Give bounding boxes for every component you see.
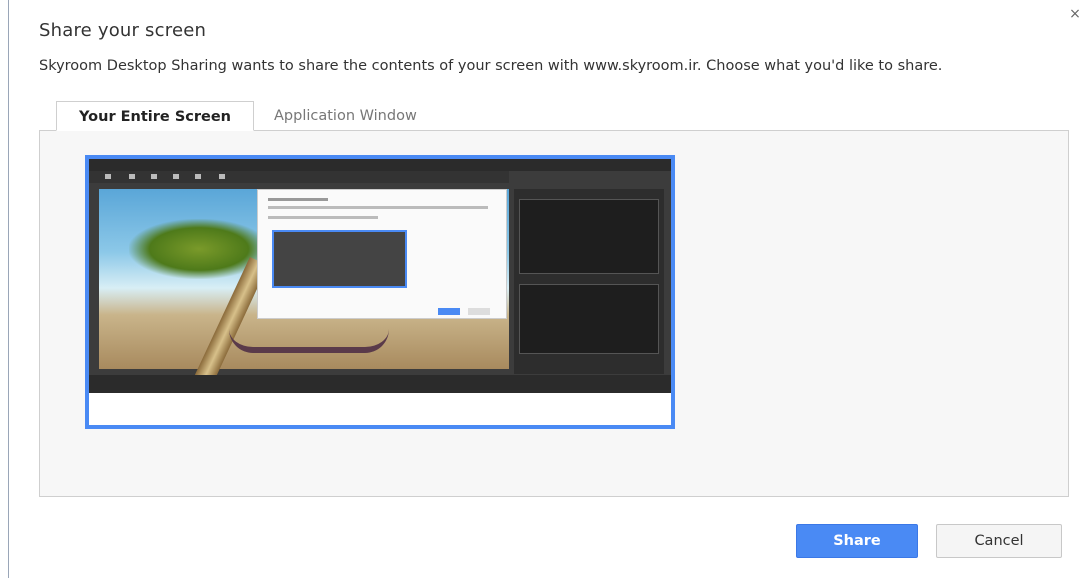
- preview-tool-icon: [195, 174, 201, 179]
- preview-text-line: [268, 206, 488, 209]
- preview-chat-box: [519, 284, 659, 354]
- tab-bar: Your Entire Screen Application Window: [56, 101, 437, 131]
- preview-share-dialog: [257, 189, 507, 319]
- share-screen-dialog: Share your screen × Skyroom Desktop Shar…: [8, 0, 1091, 578]
- preview-statusbar: [89, 375, 671, 393]
- share-button[interactable]: Share: [796, 524, 918, 558]
- close-icon[interactable]: ×: [1067, 6, 1083, 22]
- preview-side-panel: [514, 189, 664, 374]
- screen-preview-image: [89, 159, 671, 393]
- preview-nested-thumbnail: [272, 230, 407, 288]
- preview-tool-icon: [151, 174, 157, 179]
- source-panel: [39, 130, 1069, 497]
- screen-thumbnail[interactable]: [85, 155, 675, 429]
- preview-titlebar: [89, 159, 671, 171]
- preview-text-line: [268, 198, 328, 201]
- preview-tool-icon: [173, 174, 179, 179]
- preview-video-box: [519, 199, 659, 274]
- dialog-title: Share your screen: [39, 20, 207, 41]
- preview-share-button: [438, 308, 460, 315]
- tab-entire-screen[interactable]: Your Entire Screen: [56, 101, 254, 131]
- preview-tool-icon: [105, 174, 111, 179]
- preview-hammock: [229, 329, 389, 353]
- dialog-description: Skyroom Desktop Sharing wants to share t…: [39, 58, 943, 74]
- preview-text-line: [268, 216, 378, 219]
- preview-tool-icon: [219, 174, 225, 179]
- preview-cancel-button: [468, 308, 490, 315]
- preview-tool-icon: [129, 174, 135, 179]
- cancel-button[interactable]: Cancel: [936, 524, 1062, 558]
- tab-application-window[interactable]: Application Window: [254, 101, 437, 131]
